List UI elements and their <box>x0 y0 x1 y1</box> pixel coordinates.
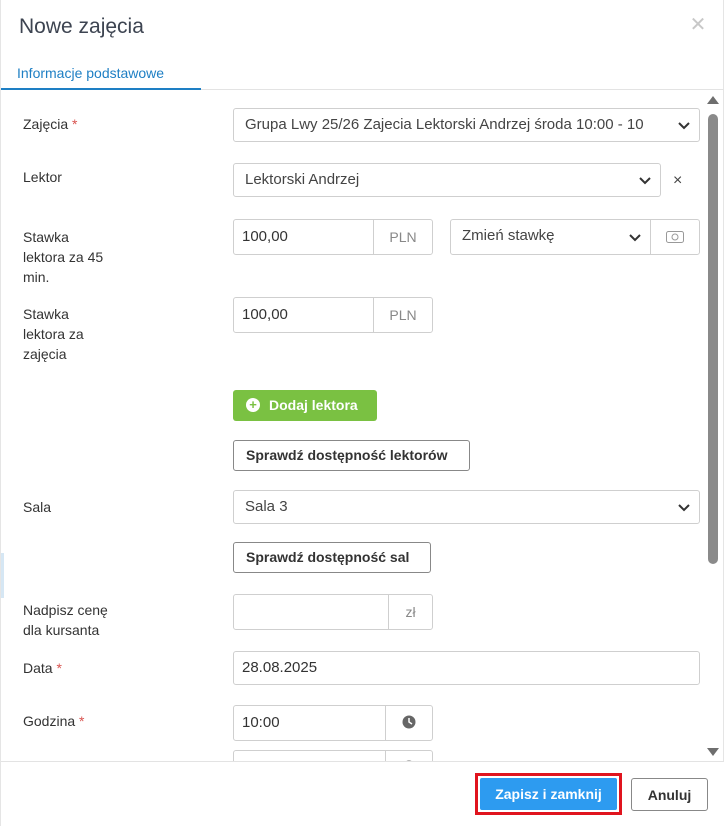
data-label-text: Data <box>23 660 53 676</box>
chevron-down-icon <box>678 122 690 130</box>
scroll-up-arrow-icon[interactable] <box>707 96 719 104</box>
stawka45-label: Stawka lektora za 45 min. <box>23 227 103 287</box>
clock-button[interactable] <box>385 750 433 761</box>
add-lector-button[interactable]: + Dodaj lektora <box>233 390 377 421</box>
label-line: lektora za 45 <box>23 249 104 265</box>
scroll-down-arrow-icon[interactable] <box>707 748 719 756</box>
stawka-zajecia-input[interactable]: 100,00 <box>233 297 374 333</box>
cancel-button[interactable]: Anuluj <box>631 778 708 811</box>
required-mark: * <box>72 116 78 132</box>
chevron-down-icon <box>639 177 651 185</box>
new-class-modal: Nowe zajęcia ✕ Informacje podstawowe Zaj… <box>0 0 724 826</box>
modal-header: Nowe zajęcia ✕ <box>1 0 724 58</box>
scrollbar[interactable] <box>705 96 721 760</box>
scroll-thumb[interactable] <box>708 114 718 564</box>
label-line: Stawka <box>23 306 69 322</box>
zajecia-select[interactable]: Grupa Lwy 25/26 Zajecia Lektorski Andrze… <box>233 108 700 142</box>
zajecia-label-text: Zajęcia <box>23 116 69 132</box>
eye-icon <box>666 231 684 243</box>
currency-addon: PLN <box>373 297 433 333</box>
label-line: Nadpisz cenę <box>23 602 108 618</box>
modal-footer: Zapisz i zamknij Anuluj <box>1 761 724 826</box>
label-line: Stawka <box>23 229 69 245</box>
currency-addon: PLN <box>373 219 433 255</box>
currency-addon: zł <box>388 594 433 630</box>
add-lector-label: Dodaj lektora <box>269 397 358 413</box>
change-rate-select[interactable]: Zmień stawkę <box>450 219 651 255</box>
tab-bar: Informacje podstawowe <box>1 58 724 90</box>
lektor-select-value: Lektorski Andrzej <box>245 171 360 188</box>
modal-title: Nowe zajęcia <box>19 15 144 38</box>
form-content: Zajęcia * Grupa Lwy 25/26 Zajecia Lektor… <box>1 91 703 761</box>
sala-select[interactable]: Sala 3 <box>233 490 700 524</box>
save-and-close-button[interactable]: Zapisz i zamknij <box>480 778 617 810</box>
label-line: lektora za <box>23 326 84 342</box>
sala-label: Sala <box>23 499 52 515</box>
date-input[interactable]: 28.08.2025 <box>233 651 700 685</box>
zajecia-select-value: Grupa Lwy 25/26 Zajecia Lektorski Andrze… <box>245 116 644 133</box>
label-line: min. <box>23 269 50 285</box>
chevron-down-icon <box>629 234 641 242</box>
data-label: Data * <box>23 658 62 678</box>
price-override-input[interactable] <box>233 594 389 630</box>
plus-circle-icon: + <box>246 398 260 412</box>
clock-button[interactable] <box>385 705 433 741</box>
stawka-zajecia-label: Stawka lektora za zajęcia <box>23 304 84 364</box>
godzina-label: Godzina * <box>23 711 85 731</box>
lektor-label: Lektor <box>23 169 62 185</box>
label-line: dla kursanta <box>23 622 100 638</box>
close-icon[interactable]: ✕ <box>689 15 707 35</box>
eye-icon-button[interactable] <box>650 219 700 255</box>
change-rate-value: Zmień stawkę <box>462 227 555 244</box>
start-time-input[interactable]: 10:00 <box>233 705 386 741</box>
chevron-down-icon <box>678 504 690 512</box>
stawka45-input[interactable]: 100,00 <box>233 219 374 255</box>
cena-label: Nadpisz cenę dla kursanta <box>23 600 108 640</box>
lektor-select[interactable]: Lektorski Andrzej <box>233 163 661 197</box>
clock-icon <box>402 715 416 729</box>
zajecia-label: Zajęcia * <box>23 114 77 134</box>
required-mark: * <box>79 713 85 729</box>
check-lectors-button[interactable]: Sprawdź dostępność lektorów <box>233 440 470 471</box>
clear-lektor-icon[interactable]: × <box>673 172 682 190</box>
tab-basic-info[interactable]: Informacje podstawowe <box>1 58 201 90</box>
check-rooms-button[interactable]: Sprawdź dostępność sal <box>233 542 431 573</box>
sala-select-value: Sala 3 <box>245 498 288 515</box>
godzina-label-text: Godzina <box>23 713 76 729</box>
end-time-input[interactable]: 10:45 <box>233 750 386 761</box>
label-line: zajęcia <box>23 346 67 362</box>
required-mark: * <box>56 660 62 676</box>
